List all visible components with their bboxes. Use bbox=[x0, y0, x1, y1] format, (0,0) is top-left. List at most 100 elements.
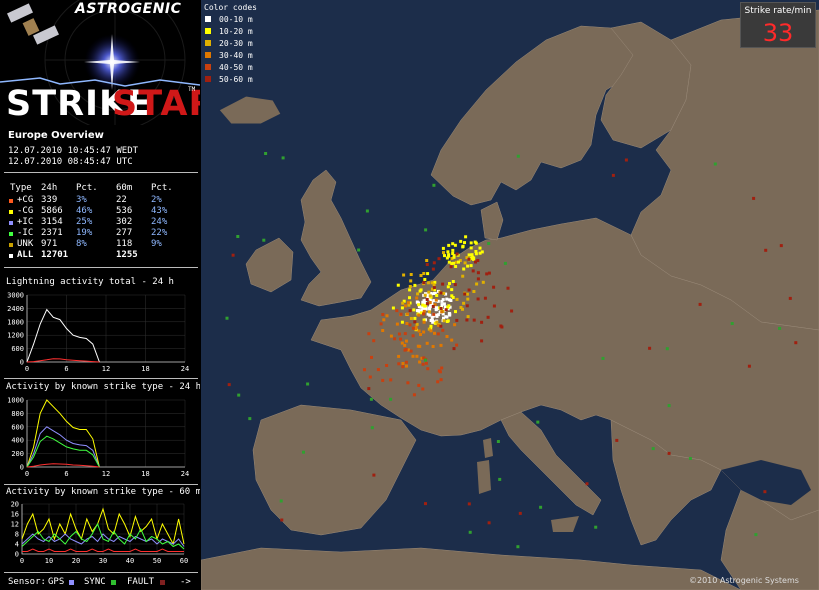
type-color-swatch bbox=[9, 199, 13, 203]
stats-cell-h24: 3154 bbox=[41, 217, 63, 227]
divider bbox=[4, 378, 198, 379]
legend-label: 00-10 m bbox=[219, 15, 253, 24]
europe-map[interactable] bbox=[201, 0, 819, 590]
strike-marker bbox=[432, 261, 436, 265]
strike-marker bbox=[363, 368, 366, 372]
legend-label: 30-40 m bbox=[219, 51, 253, 60]
sensor-station-marker bbox=[688, 457, 692, 460]
legend-swatch bbox=[205, 40, 211, 46]
strike-marker bbox=[492, 285, 496, 289]
y-tick-label: 600 bbox=[11, 345, 24, 353]
strike-marker bbox=[418, 360, 422, 364]
next-arrow-button[interactable]: -> bbox=[180, 577, 191, 588]
strike-marker bbox=[463, 241, 466, 245]
strike-marker bbox=[415, 300, 419, 304]
sensor-station-marker bbox=[624, 158, 628, 162]
strike-marker bbox=[413, 316, 417, 320]
strike-marker bbox=[510, 309, 514, 313]
strike-marker bbox=[469, 246, 473, 250]
strike-marker bbox=[437, 257, 441, 261]
stats-cell-m60: 118 bbox=[116, 239, 133, 249]
strike-marker bbox=[478, 246, 482, 250]
brand-name: ASTROGENIC bbox=[75, 1, 182, 17]
strike-marker bbox=[408, 285, 412, 288]
strike-marker bbox=[436, 313, 440, 317]
strike-marker bbox=[421, 387, 425, 391]
strike-marker bbox=[443, 254, 446, 258]
strike-marker bbox=[412, 393, 416, 397]
sensor-station-marker bbox=[539, 505, 543, 509]
x-tick-label: 24 bbox=[181, 470, 189, 478]
stats-cell-type: ALL bbox=[17, 250, 34, 260]
legend-label: 20-30 m bbox=[219, 39, 253, 48]
strike-marker bbox=[425, 263, 429, 266]
strike-rate-value: 33 bbox=[762, 19, 794, 47]
strike-marker bbox=[409, 279, 413, 283]
sensor-station-marker bbox=[516, 154, 520, 158]
x-tick-label: 6 bbox=[64, 470, 68, 478]
strike-marker bbox=[462, 267, 466, 271]
sensor-station-marker bbox=[424, 502, 427, 506]
strike-marker bbox=[396, 283, 400, 287]
stats-cell-pct60: 24% bbox=[151, 217, 168, 227]
strike-marker bbox=[466, 315, 470, 319]
sensor-station-marker bbox=[667, 404, 671, 408]
sensor-station-marker bbox=[764, 248, 768, 252]
sensor-fault: FAULT bbox=[127, 577, 155, 587]
strike-marker bbox=[397, 354, 401, 358]
sensor-station-marker bbox=[747, 364, 751, 368]
strike-marker bbox=[455, 252, 459, 256]
legend-swatch bbox=[205, 64, 211, 70]
strike-marker bbox=[475, 282, 479, 286]
strike-marker bbox=[445, 256, 449, 260]
strike-marker bbox=[422, 330, 426, 334]
col-header-pct24: Pct. bbox=[76, 183, 98, 193]
sensor-station-marker bbox=[648, 346, 652, 350]
strike-marker bbox=[428, 301, 432, 304]
sensor-station-marker bbox=[237, 393, 241, 397]
strike-marker bbox=[462, 301, 466, 305]
strike-marker bbox=[423, 278, 427, 281]
strike-marker bbox=[500, 325, 504, 329]
strike-marker bbox=[464, 235, 468, 239]
type-color-swatch bbox=[9, 210, 13, 214]
sensor-sync-indicator bbox=[111, 580, 116, 585]
strike-marker bbox=[422, 272, 426, 275]
strike-marker bbox=[441, 246, 445, 250]
sensor-station-marker bbox=[365, 209, 369, 213]
chart-type-24h: 0 200 400 600 800 1000 0 6 12 18 24 bbox=[7, 397, 189, 479]
strike-marker bbox=[448, 298, 451, 302]
strike-marker bbox=[421, 303, 425, 307]
sensor-station-marker bbox=[651, 447, 655, 451]
y-tick-label: 600 bbox=[11, 423, 24, 431]
y-tick-label: 20 bbox=[11, 501, 19, 509]
y-tick-label: 12 bbox=[11, 521, 19, 529]
sensor-station-marker bbox=[615, 438, 619, 442]
strike-marker bbox=[425, 298, 429, 301]
sensor-station-marker bbox=[372, 473, 376, 477]
strike-marker bbox=[439, 378, 443, 382]
strike-marker bbox=[455, 297, 459, 301]
y-tick-label: 0 bbox=[20, 359, 24, 367]
strike-marker bbox=[385, 364, 389, 367]
y-tick-label: 1800 bbox=[7, 318, 24, 326]
strike-marker bbox=[486, 315, 490, 319]
strike-marker bbox=[403, 332, 407, 336]
strike-marker bbox=[425, 259, 429, 262]
sensor-station-marker bbox=[496, 440, 500, 443]
series-line-0 bbox=[26, 308, 100, 363]
strike-marker bbox=[422, 299, 426, 303]
strike-rate-label: Strike rate/min bbox=[744, 6, 812, 16]
strike-rate-panel: Strike rate/min 33 bbox=[740, 2, 816, 48]
type-color-swatch bbox=[9, 221, 13, 225]
strike-marker bbox=[393, 337, 397, 341]
divider bbox=[4, 484, 198, 485]
strike-marker bbox=[487, 271, 491, 275]
strike-marker bbox=[395, 309, 399, 313]
strike-marker bbox=[450, 338, 454, 342]
strike-marker bbox=[427, 310, 431, 314]
sensor-station-marker bbox=[788, 296, 792, 300]
stats-cell-type: -CG bbox=[17, 206, 34, 216]
strike-marker bbox=[448, 282, 451, 285]
legend-swatch bbox=[205, 76, 211, 82]
